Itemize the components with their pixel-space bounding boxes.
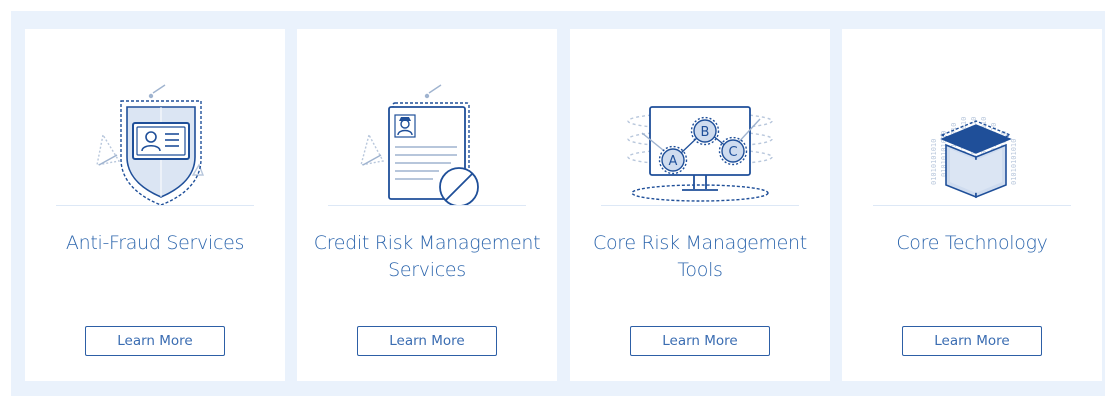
node-c-label: C — [728, 145, 737, 160]
card-title: Credit Risk Management Services — [313, 232, 541, 281]
card-divider — [873, 205, 1071, 206]
service-card-anti-fraud: Anti-Fraud Services Learn More — [25, 29, 285, 381]
learn-more-button[interactable]: Learn More — [902, 326, 1042, 356]
learn-more-button[interactable]: Learn More — [630, 326, 770, 356]
node-a-label: A — [669, 154, 678, 169]
card-title: Anti-Fraud Services — [65, 232, 245, 254]
binary-cube-icon: 01010101010 01010101010 01010101010 0101… — [892, 65, 1052, 205]
service-card-core-risk-tools: A B C Core Risk Management Tools Learn M… — [570, 29, 830, 381]
card-divider — [56, 205, 254, 206]
services-page: Anti-Fraud Services Learn More Credit Ri… — [0, 0, 1105, 396]
card-divider — [601, 205, 799, 206]
card-title: Core Technology — [896, 232, 1048, 254]
binary-text: 01010101010 — [1010, 139, 1018, 185]
binary-text: 01010101010 — [930, 139, 938, 185]
service-card-credit-risk: Credit Risk Management Services Learn Mo… — [297, 29, 557, 381]
monitor-network-icon: A B C — [620, 65, 780, 205]
card-divider — [328, 205, 526, 206]
service-card-core-technology: 01010101010 01010101010 01010101010 0101… — [842, 29, 1102, 381]
learn-more-button[interactable]: Learn More — [357, 326, 497, 356]
learn-more-button[interactable]: Learn More — [85, 326, 225, 356]
document-no-entry-icon — [347, 65, 507, 205]
node-b-label: B — [701, 125, 710, 140]
shield-id-card-icon — [75, 65, 235, 205]
card-title: Core Risk Management Tools — [593, 232, 807, 281]
